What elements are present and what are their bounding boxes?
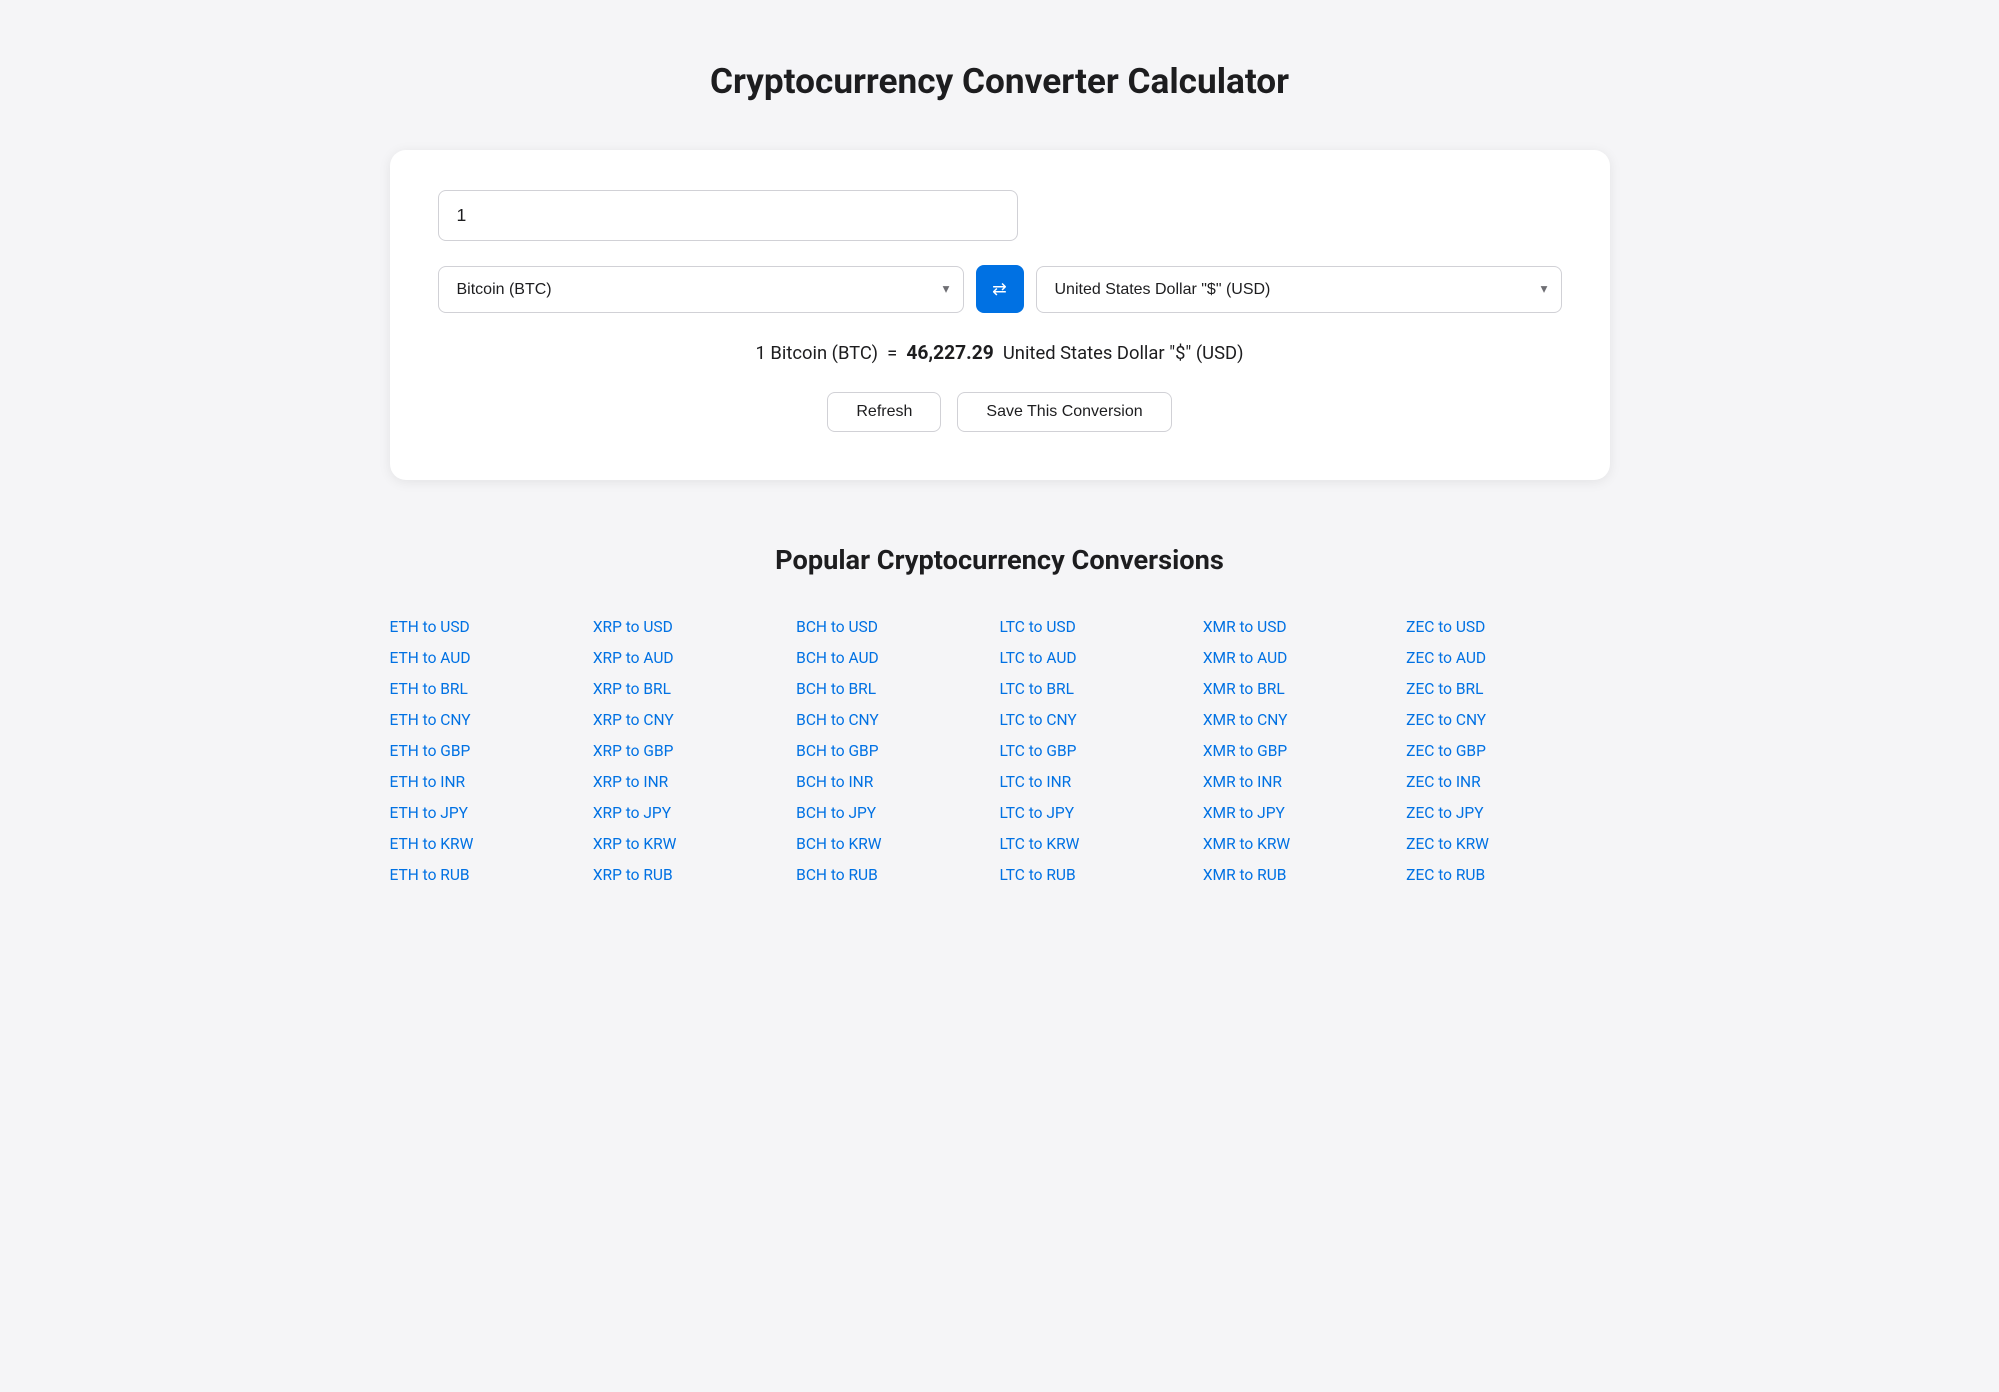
- conversion-link[interactable]: BCH to AUD: [796, 643, 999, 674]
- refresh-button[interactable]: Refresh: [827, 392, 941, 432]
- conversion-link[interactable]: ETH to USD: [390, 612, 593, 643]
- conversion-link[interactable]: ZEC to RUB: [1406, 860, 1609, 891]
- conversion-link[interactable]: ETH to CNY: [390, 705, 593, 736]
- conversion-link[interactable]: XMR to KRW: [1203, 829, 1406, 860]
- conversion-link[interactable]: ETH to BRL: [390, 674, 593, 705]
- conversion-link[interactable]: ETH to INR: [390, 767, 593, 798]
- conversion-link[interactable]: XMR to USD: [1203, 612, 1406, 643]
- conversion-link[interactable]: XMR to INR: [1203, 767, 1406, 798]
- conversion-link[interactable]: LTC to KRW: [999, 829, 1202, 860]
- popular-title: Popular Cryptocurrency Conversions: [390, 544, 1610, 576]
- conversion-link[interactable]: XRP to BRL: [593, 674, 796, 705]
- conversion-link[interactable]: LTC to RUB: [999, 860, 1202, 891]
- conversion-link[interactable]: BCH to BRL: [796, 674, 999, 705]
- swap-arrows-icon: ⇄: [992, 279, 1007, 300]
- conversion-link[interactable]: ETH to AUD: [390, 643, 593, 674]
- result-value: 46,227.29: [906, 341, 993, 364]
- to-currency-wrapper: United States Dollar "$" (USD) Australia…: [1036, 266, 1562, 313]
- conversion-link[interactable]: ZEC to USD: [1406, 612, 1609, 643]
- conversion-link[interactable]: XMR to CNY: [1203, 705, 1406, 736]
- conversion-link[interactable]: BCH to RUB: [796, 860, 999, 891]
- conversion-col-eth: ETH to USDETH to AUDETH to BRLETH to CNY…: [390, 612, 593, 891]
- conversion-link[interactable]: BCH to KRW: [796, 829, 999, 860]
- from-currency-select[interactable]: Bitcoin (BTC) Ethereum (ETH) Ripple (XRP…: [438, 266, 964, 313]
- conversion-link[interactable]: ZEC to AUD: [1406, 643, 1609, 674]
- conversion-link[interactable]: ETH to JPY: [390, 798, 593, 829]
- conversion-link[interactable]: ETH to RUB: [390, 860, 593, 891]
- conversion-link[interactable]: XMR to BRL: [1203, 674, 1406, 705]
- conversion-link[interactable]: ZEC to BRL: [1406, 674, 1609, 705]
- conversion-link[interactable]: LTC to CNY: [999, 705, 1202, 736]
- conversion-link[interactable]: LTC to AUD: [999, 643, 1202, 674]
- conversion-link[interactable]: XMR to GBP: [1203, 736, 1406, 767]
- conversion-link[interactable]: LTC to BRL: [999, 674, 1202, 705]
- result-from-text: 1 Bitcoin (BTC): [756, 343, 879, 364]
- conversion-link[interactable]: XRP to INR: [593, 767, 796, 798]
- conversion-link[interactable]: BCH to JPY: [796, 798, 999, 829]
- result-line: 1 Bitcoin (BTC) = 46,227.29 United State…: [438, 341, 1562, 364]
- conversion-link[interactable]: XRP to USD: [593, 612, 796, 643]
- conversion-link[interactable]: LTC to INR: [999, 767, 1202, 798]
- to-currency-select[interactable]: United States Dollar "$" (USD) Australia…: [1036, 266, 1562, 313]
- conversion-link[interactable]: BCH to INR: [796, 767, 999, 798]
- conversion-col-xrp: XRP to USDXRP to AUDXRP to BRLXRP to CNY…: [593, 612, 796, 891]
- conversion-link[interactable]: ZEC to JPY: [1406, 798, 1609, 829]
- conversion-link[interactable]: ZEC to INR: [1406, 767, 1609, 798]
- conversion-link[interactable]: ZEC to CNY: [1406, 705, 1609, 736]
- conversion-link[interactable]: LTC to GBP: [999, 736, 1202, 767]
- conversion-link[interactable]: BCH to GBP: [796, 736, 999, 767]
- from-currency-wrapper: Bitcoin (BTC) Ethereum (ETH) Ripple (XRP…: [438, 266, 964, 313]
- conversion-link[interactable]: XMR to AUD: [1203, 643, 1406, 674]
- conversion-link[interactable]: LTC to USD: [999, 612, 1202, 643]
- conversion-link[interactable]: XRP to GBP: [593, 736, 796, 767]
- conversion-link[interactable]: XRP to KRW: [593, 829, 796, 860]
- conversion-col-zec: ZEC to USDZEC to AUDZEC to BRLZEC to CNY…: [1406, 612, 1609, 891]
- converter-card: Bitcoin (BTC) Ethereum (ETH) Ripple (XRP…: [390, 150, 1610, 480]
- conversion-link[interactable]: ETH to KRW: [390, 829, 593, 860]
- popular-section: Popular Cryptocurrency Conversions ETH t…: [390, 544, 1610, 891]
- amount-input[interactable]: [438, 190, 1018, 241]
- conversion-link[interactable]: XRP to AUD: [593, 643, 796, 674]
- conversion-link[interactable]: XRP to JPY: [593, 798, 796, 829]
- conversions-grid: ETH to USDETH to AUDETH to BRLETH to CNY…: [390, 612, 1610, 891]
- conversion-link[interactable]: XRP to CNY: [593, 705, 796, 736]
- conversion-col-xmr: XMR to USDXMR to AUDXMR to BRLXMR to CNY…: [1203, 612, 1406, 891]
- action-buttons: Refresh Save This Conversion: [438, 392, 1562, 432]
- conversion-link[interactable]: LTC to JPY: [999, 798, 1202, 829]
- save-conversion-button[interactable]: Save This Conversion: [957, 392, 1171, 432]
- conversion-link[interactable]: ZEC to KRW: [1406, 829, 1609, 860]
- result-equals-sign: =: [887, 343, 897, 364]
- conversion-link[interactable]: XRP to RUB: [593, 860, 796, 891]
- conversion-col-ltc: LTC to USDLTC to AUDLTC to BRLLTC to CNY…: [999, 612, 1202, 891]
- conversion-link[interactable]: XMR to JPY: [1203, 798, 1406, 829]
- conversion-link[interactable]: BCH to USD: [796, 612, 999, 643]
- conversion-col-bch: BCH to USDBCH to AUDBCH to BRLBCH to CNY…: [796, 612, 999, 891]
- result-to-currency: United States Dollar "$" (USD): [1003, 343, 1244, 364]
- conversion-link[interactable]: ETH to GBP: [390, 736, 593, 767]
- swap-button[interactable]: ⇄: [976, 265, 1024, 313]
- selectors-row: Bitcoin (BTC) Ethereum (ETH) Ripple (XRP…: [438, 265, 1562, 313]
- conversion-link[interactable]: ZEC to GBP: [1406, 736, 1609, 767]
- conversion-link[interactable]: XMR to RUB: [1203, 860, 1406, 891]
- page-title: Cryptocurrency Converter Calculator: [390, 60, 1610, 102]
- conversion-link[interactable]: BCH to CNY: [796, 705, 999, 736]
